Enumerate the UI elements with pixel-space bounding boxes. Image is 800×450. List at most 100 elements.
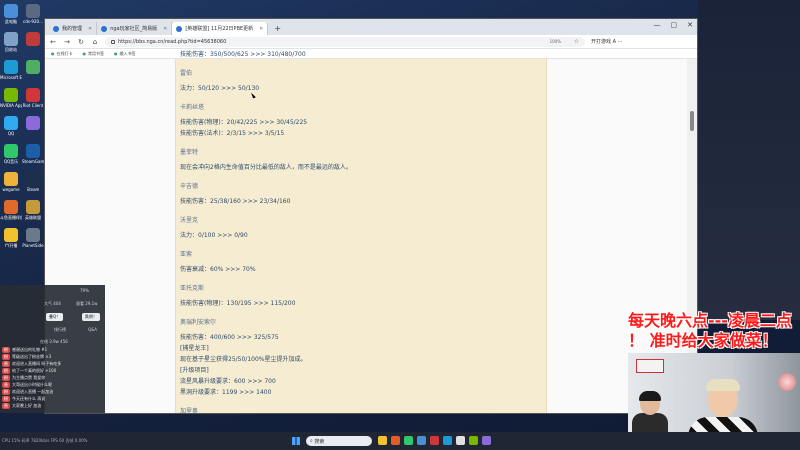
- app-icon: [4, 116, 18, 130]
- desktop-icon[interactable]: [22, 116, 44, 131]
- widget-label-2: Q&A: [88, 327, 98, 332]
- scrollbar-thumb[interactable]: [690, 111, 694, 131]
- patch-note-block: 辛吉德技能伤害：25/38/160 >>> 23/34/160: [180, 181, 540, 207]
- patch-note-line: 法力：0/100 >>> 0/90: [180, 232, 248, 239]
- patch-note-block: 卡莉丝塔 技能伤害(物理)：20/42/225 >>> 30/45/225 技能伤害…: [180, 102, 540, 139]
- app-icon: [26, 32, 40, 46]
- bookmark-item[interactable]: 在线打卡: [51, 51, 73, 57]
- patch-note-line: 技能伤害：25/38/160 >>> 23/34/160: [180, 198, 291, 205]
- desktop-icon[interactable]: Riot Client: [22, 88, 44, 108]
- taskbar-app-icon[interactable]: [378, 436, 387, 445]
- app-icon: [4, 144, 18, 158]
- overlay-line-2: ！ 准时给大家做菜！: [628, 331, 778, 350]
- close-window-button[interactable]: ✕: [687, 21, 693, 29]
- stream-assistant-widget: 79% 大气 404 观看 29.1w 叠Q！ 跌倒！ 排行榜 Q&A 在线 3…: [0, 285, 105, 413]
- minimize-button[interactable]: —: [654, 21, 661, 29]
- app-icon: [4, 4, 18, 18]
- new-tab-button[interactable]: +: [268, 22, 287, 35]
- desktop-icon[interactable]: cds-920...: [22, 4, 44, 24]
- chat-text: 欢迎进入直播间 呀子有吃多: [12, 361, 62, 366]
- windows-start-icon[interactable]: [292, 437, 300, 445]
- url-input[interactable]: https://bbs.nga.cn/read.php?tid=45638060…: [105, 36, 585, 47]
- desktop-icon[interactable]: 斗鱼直播伴侣: [0, 200, 22, 221]
- user-badge: 粉: [2, 375, 10, 381]
- lock-icon: [111, 39, 115, 44]
- desktop-icon-label: 斗鱼直播伴侣: [0, 215, 22, 220]
- desktop-icon[interactable]: Microsoft Edge: [0, 60, 22, 80]
- desktop-icon[interactable]: PlanetSide: [22, 228, 44, 248]
- desktop-icon[interactable]: YY开播: [0, 228, 22, 249]
- widget-percent: 79%: [80, 288, 89, 293]
- desktop-icon[interactable]: QQ音乐: [0, 144, 22, 165]
- bookmark-item[interactable]: 输入书签: [114, 51, 136, 57]
- star-icon[interactable]: ☆: [574, 38, 579, 45]
- taskbar-app-icon[interactable]: [417, 436, 426, 445]
- desktop-icon-label: 回收站: [5, 47, 17, 52]
- desktop-icon-label: 此电脑: [5, 19, 17, 24]
- tab-pbe-update[interactable]: [英雄联盟] 11月22日PBE更新 ✕: [172, 22, 269, 35]
- tab-manage[interactable]: 我的管理 ✕: [49, 22, 98, 35]
- toolbar-extensions[interactable]: 开打游戏 A ···: [591, 38, 622, 45]
- taskbar-app-icon[interactable]: [469, 436, 478, 445]
- desktop-icon-label: cds-920...: [23, 19, 43, 24]
- champion-name: 加里奥: [180, 408, 199, 414]
- desktop-icon[interactable]: [22, 32, 44, 47]
- chat-text: 今天还有什么 再说: [12, 396, 46, 401]
- patch-note-block: 雷伯 法力：50/120 >>> 50/130: [180, 68, 540, 94]
- taskbar: CPU 15% 码率 7820kb/s FPS 60 丢帧 0.00% ⌕ 搜索: [0, 432, 800, 450]
- champion-name: 雷伯: [180, 70, 193, 77]
- patch-note-line: 技能伤害(物理)：20/42/225 >>> 30/45/225: [180, 119, 308, 126]
- user-badge: 粉: [2, 396, 10, 402]
- desktop-icon-label: 英雄联盟: [25, 215, 41, 220]
- taskbar-app-icon[interactable]: [391, 436, 400, 445]
- chat-text: 给了一个真的很好 +100: [12, 368, 57, 373]
- champion-name: 墨菲特: [180, 149, 199, 156]
- close-tab-icon[interactable]: ✕: [88, 26, 92, 32]
- app-icon: [26, 4, 40, 18]
- champion-name: 辛吉德: [180, 183, 199, 190]
- chat-text: 欢迎进入直播 一起加油: [12, 389, 54, 394]
- patch-note-line: 技能伤害：400/600 >>> 325/575: [180, 334, 279, 341]
- maximize-button[interactable]: ▢: [671, 21, 678, 29]
- close-tab-icon[interactable]: ✕: [163, 26, 167, 32]
- desktop-icon-label: YY开播: [4, 243, 18, 248]
- desktop-icon-label: SteamGam: [22, 159, 44, 164]
- taskbar-app-icon[interactable]: [404, 436, 413, 445]
- taskbar-app-icon[interactable]: [482, 436, 491, 445]
- desktop-icon[interactable]: [22, 60, 44, 75]
- patch-note-block: 亚索 伤害衰减：60% >>> 70%: [180, 249, 540, 275]
- taskbar-app-icon[interactable]: [443, 436, 452, 445]
- zoom-level[interactable]: 100%: [550, 39, 561, 44]
- bookmark-item[interactable]: 常用书签: [83, 51, 104, 57]
- taskbar-app-icon[interactable]: [430, 436, 439, 445]
- taskbar-search-input[interactable]: ⌕ 搜索: [306, 436, 372, 446]
- desktop-icon-label: Microsoft Edge: [0, 75, 22, 80]
- user-badge: 贵: [2, 361, 10, 367]
- back-button[interactable]: ←: [49, 38, 57, 46]
- desktop-icon[interactable]: SteamGam: [22, 144, 44, 164]
- patch-note-block: 沃里克 法力：0/100 >>> 0/90: [180, 215, 540, 241]
- user-badge: 贵: [2, 403, 10, 409]
- widget-button-2[interactable]: 跌倒！: [82, 313, 100, 321]
- taskbar-app-icon[interactable]: [456, 436, 465, 445]
- desktop-icon[interactable]: 回收站: [0, 32, 22, 53]
- home-button[interactable]: ⌂: [91, 38, 99, 46]
- close-tab-icon[interactable]: ✕: [259, 26, 263, 32]
- desktop-icon[interactable]: Steam: [22, 172, 44, 192]
- desktop-icon[interactable]: NVIDIA App: [0, 88, 22, 108]
- chat-text: 为主播点赞 我爱你: [12, 375, 46, 380]
- desktop-icon[interactable]: 此电脑: [0, 4, 22, 25]
- tab-bar: 我的管理 ✕ nga玩家社区_简易版 ✕ [英雄联盟] 11月22日PBE更新 …: [45, 19, 697, 35]
- widget-button-1[interactable]: 叠Q！: [46, 313, 64, 321]
- chat-text: 大哥送出小时候什么呢: [12, 382, 52, 387]
- user-badge: 贵: [2, 382, 10, 388]
- desktop-icon[interactable]: QQ: [0, 116, 22, 136]
- tab-nga[interactable]: nga玩家社区_简易版 ✕: [97, 22, 173, 35]
- desktop-icon[interactable]: wegame: [0, 172, 22, 192]
- post-content-column: 技能伤害：350/500/625 >>> 310/480/700 雷伯 法力：50/…: [175, 51, 547, 414]
- tab-favicon-icon: [53, 25, 59, 32]
- forward-button[interactable]: →: [63, 38, 71, 46]
- desktop-icon[interactable]: 英雄联盟: [22, 200, 44, 221]
- reload-button[interactable]: ↻: [77, 38, 85, 46]
- app-icon: [26, 116, 40, 130]
